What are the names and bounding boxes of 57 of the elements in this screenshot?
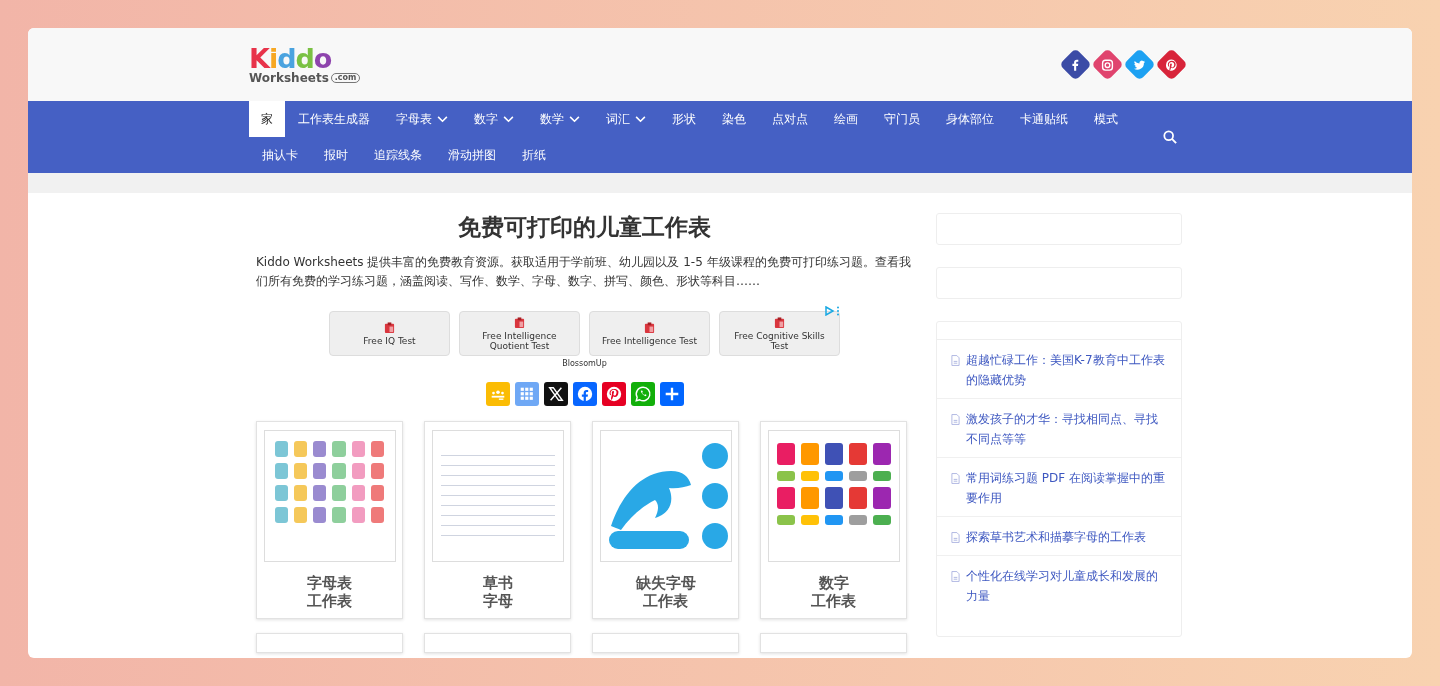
nav-link[interactable]: 染色 [709,101,759,137]
ad-button[interactable]: Free Intelligence Test [589,311,710,356]
ad-button[interactable]: Free Intelligence Quotient Test [459,311,580,356]
search-icon[interactable] [1163,130,1177,144]
card-title: 缺失字母 工作表 [635,574,696,610]
post-link[interactable]: 超越忙碌工作：美国K-7教育中工作表的隐藏优势 [937,340,1181,399]
card-title: 字母表 工作表 [307,574,352,610]
document-icon [951,473,960,484]
ad-button[interactable]: Free Cognitive Skills Test [719,311,840,356]
clipboard-icon [774,316,785,328]
document-icon [951,355,960,366]
nav-link[interactable]: 折纸 [509,137,559,173]
whatsapp-icon[interactable] [630,382,655,406]
pinterest-icon[interactable] [601,382,626,406]
post-link[interactable]: 个性化在线学习对儿童成长和发展的力量 [937,556,1181,614]
nav-link[interactable]: 工作表生成器 [285,101,383,137]
post-link[interactable]: 激发孩子的才华：寻找相同点、寻找不同点等等 [937,399,1181,458]
document-icon [951,532,960,543]
facebook-icon[interactable] [572,382,597,406]
nav-link[interactable]: 数学 [527,101,593,137]
nav-link[interactable]: 报时 [311,137,361,173]
x-icon[interactable] [543,382,568,406]
document-icon [951,414,960,425]
clipboard-icon [644,321,655,333]
worksheet-card[interactable]: 草书 字母 [424,421,571,619]
nav-link[interactable]: 形状 [659,101,709,137]
nav-link[interactable]: 卡通贴纸 [1007,101,1081,137]
card-title: 草书 字母 [482,574,513,610]
nav-link[interactable]: 追踪线条 [361,137,435,173]
page-title: 免费可打印的儿童工作表 [457,213,712,241]
share-icon[interactable] [659,382,684,406]
post-link[interactable]: 常用词练习题 PDF 在阅读掌握中的重要作用 [937,458,1181,517]
nav-link[interactable]: 绘画 [821,101,871,137]
clipboard-icon [514,316,525,328]
nav-link[interactable]: 家 [249,101,285,137]
nav-link[interactable]: 点对点 [759,101,821,137]
nav-link[interactable]: 守门员 [871,101,933,137]
ad-button[interactable]: Free IQ Test [329,311,450,356]
worksheet-card[interactable]: 字母表 工作表 [256,421,403,619]
card-title: 数字 工作表 [811,574,856,610]
site-logo[interactable]: Kiddo Worksheets .com [249,45,361,84]
ad-sponsor: BlossomUp [562,359,607,368]
nav-link[interactable]: 数字 [461,101,527,137]
nav-link[interactable]: 滑动拼图 [435,137,509,173]
document-icon [951,571,960,582]
intro-paragraph: Kiddo Worksheets 提供丰富的免费教育资源。获取适用于学前班、幼儿园以及 1-5 年级课程的免费可打印练习题。查看我们所有免费的学习练习题，涵盖阅读、写作、数学、字母、数字、拼写、颜色、形状等科目…… [256,254,912,290]
classroom-icon[interactable] [485,382,510,406]
worksheet-card[interactable]: 缺失字母 工作表 [592,421,739,619]
nav-link[interactable]: 模式 [1081,101,1131,137]
clipboard-icon [384,321,395,333]
nav-link[interactable]: 抽认卡 [249,137,311,173]
ad-choices-icon[interactable] [824,306,842,316]
nav-link[interactable]: 词汇 [593,101,659,137]
nav-link[interactable]: 身体部位 [933,101,1007,137]
worksheet-card[interactable]: 数字 工作表 [760,421,907,619]
nav-link[interactable]: 字母表 [383,101,461,137]
post-link[interactable]: 探索草书艺术和描摹字母的工作表 [937,517,1181,556]
